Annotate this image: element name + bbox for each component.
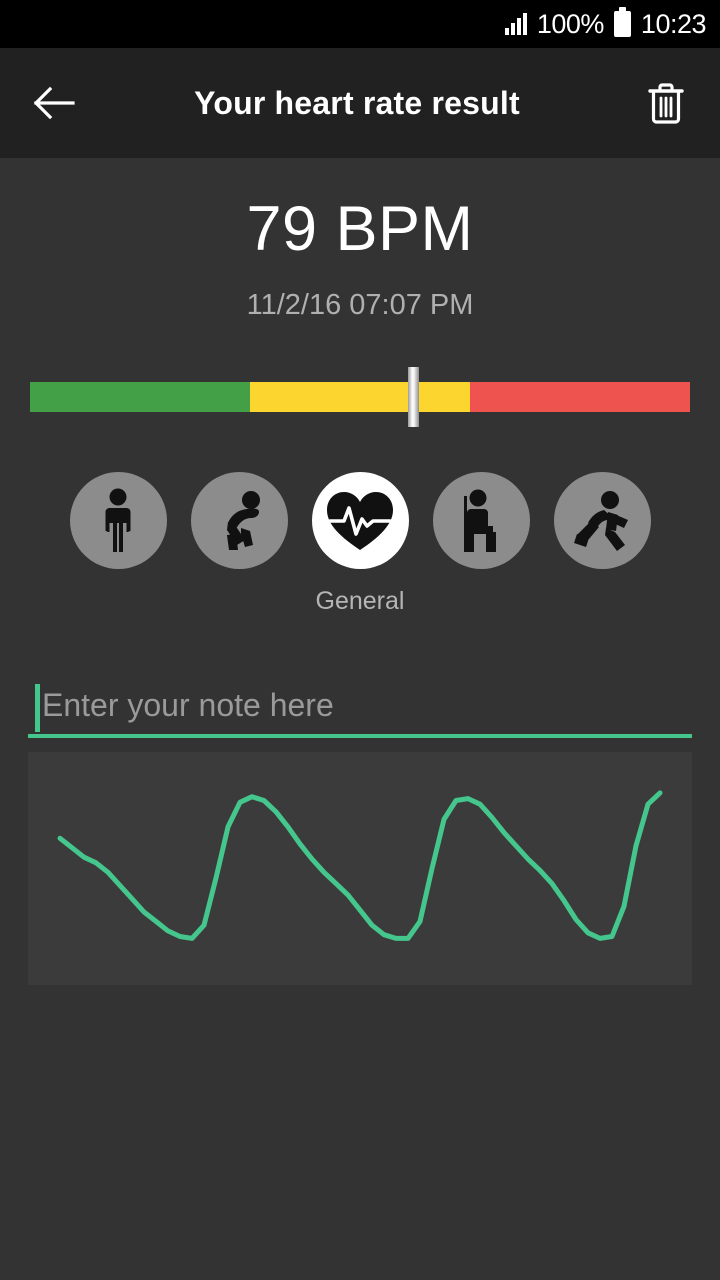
pulse-waveform-plot	[28, 752, 692, 985]
pulse-waveform-line	[60, 793, 660, 939]
status-bar: 100% 10:23	[0, 0, 720, 48]
signal-bars-icon	[504, 13, 527, 35]
zone-bar-track	[30, 382, 690, 412]
zone-segment-normal	[30, 382, 250, 412]
activity-option-running[interactable]	[553, 472, 651, 569]
activity-selector	[0, 472, 720, 569]
person-running-icon	[574, 490, 628, 551]
activity-option-sitting[interactable]	[432, 472, 530, 569]
app-bar: Your heart rate result	[0, 48, 720, 158]
note-field-wrapper	[28, 676, 692, 740]
pulse-waveform-chart	[28, 752, 692, 985]
activity-option-general[interactable]	[311, 472, 409, 569]
zone-segment-elevated	[249, 382, 470, 412]
note-input[interactable]	[28, 676, 692, 738]
person-sitting-icon	[464, 489, 496, 552]
delete-button[interactable]	[638, 75, 694, 131]
measurement-timestamp: 11/2/16 07:07 PM	[246, 289, 474, 321]
status-bar-right-group: 100% 10:23	[504, 7, 707, 40]
activity-option-standing[interactable]	[69, 472, 167, 569]
heart-rate-zone-bar	[30, 367, 690, 427]
back-button[interactable]	[26, 75, 82, 131]
zone-segment-high	[469, 382, 690, 412]
bpm-value: 79 BPM	[246, 194, 474, 264]
activity-option-bending[interactable]	[190, 472, 288, 569]
battery-percent-label: 100%	[536, 8, 605, 39]
zone-marker-indicator	[407, 367, 419, 427]
note-text-caret	[35, 684, 40, 732]
status-bar-clock: 10:23	[640, 8, 707, 39]
selected-activity-label: General	[315, 587, 405, 615]
battery-full-icon	[613, 7, 631, 37]
person-bending-icon	[227, 490, 260, 550]
trash-icon	[648, 83, 684, 124]
arrow-left-icon	[33, 86, 75, 120]
person-standing-icon	[105, 488, 131, 552]
heart-pulse-icon	[327, 491, 393, 550]
page-title: Your heart rate result	[194, 84, 520, 121]
